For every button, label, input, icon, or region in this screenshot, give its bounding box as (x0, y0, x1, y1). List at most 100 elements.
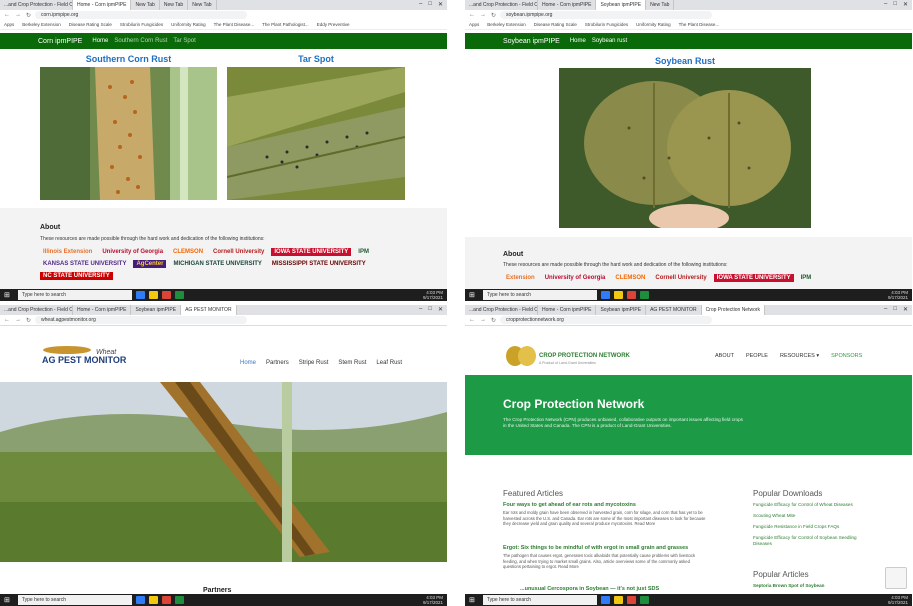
browser-tab[interactable]: Home - Corn ipmPIPE (538, 0, 597, 10)
bookmark[interactable]: Uniformity Rating (636, 22, 671, 27)
partner-logo[interactable]: IPM (355, 248, 372, 256)
browser-tab[interactable]: New Tab (160, 0, 189, 10)
soybean-rust-photo[interactable] (559, 68, 811, 228)
browser-tab[interactable]: New Tab (188, 0, 217, 10)
browser-tab[interactable]: ...and Crop Protection - Field Crops (0, 305, 73, 315)
bookmark[interactable]: Apps (4, 22, 14, 27)
partner-logo[interactable]: MISSISSIPPI STATE UNIVERSITY (269, 260, 369, 268)
nav-resources[interactable]: RESOURCES ▾ (780, 353, 819, 359)
maximize-icon[interactable]: □ (893, 306, 897, 314)
browser-tab-active[interactable]: AG PEST MONITOR (181, 305, 237, 315)
site-logo[interactable]: CROP PROTECTION NETWORK (539, 353, 630, 359)
southern-corn-rust-photo[interactable] (40, 67, 217, 200)
excel-icon[interactable] (174, 291, 184, 299)
reload-icon[interactable]: ↻ (491, 12, 496, 19)
browser-tab[interactable]: Home - Corn ipmPIPE (73, 305, 132, 315)
back-icon[interactable]: ← (4, 317, 10, 324)
download-link[interactable]: Scouting Wheat Mite (753, 513, 873, 519)
section-heading[interactable]: Southern Corn Rust (40, 54, 217, 64)
partner-logo[interactable]: Cornell University (210, 248, 267, 256)
maximize-icon[interactable]: □ (428, 1, 432, 9)
partner-logo[interactable]: KANSAS STATE UNIVERSITY (40, 260, 129, 268)
bookmark[interactable]: Berkeley Extension (22, 22, 61, 27)
browser-tab[interactable]: AG PEST MONITOR (646, 305, 702, 315)
edge-icon[interactable] (600, 596, 610, 604)
url-field[interactable]: soybean.ipmpipe.org (500, 11, 713, 19)
chrome-icon[interactable] (161, 596, 171, 604)
back-icon[interactable]: ← (469, 12, 475, 19)
browser-tab[interactable]: Home - Corn ipmPIPE (538, 305, 597, 315)
edge-icon[interactable] (135, 596, 145, 604)
taskbar-clock[interactable]: 4:03 PM 9/17/2021 (423, 290, 447, 300)
minimize-icon[interactable]: – (419, 306, 422, 314)
browser-tab[interactable]: New Tab (646, 0, 675, 10)
url-field[interactable]: corn.ipmpipe.org (35, 11, 248, 19)
nav-about[interactable]: ABOUT (715, 353, 734, 359)
folder-icon[interactable] (613, 291, 623, 299)
browser-tab-active[interactable]: Home - Corn ipmPIPE (73, 0, 132, 10)
forward-icon[interactable]: → (15, 317, 21, 324)
nav-tar-spot[interactable]: Tar Spot (173, 38, 195, 44)
tar-spot-photo[interactable] (227, 67, 405, 200)
taskbar-search[interactable]: Type here to search (17, 290, 132, 300)
chrome-icon[interactable] (161, 291, 171, 299)
partner-logo[interactable]: CLEMSON (170, 248, 206, 256)
download-link[interactable]: Fungicide Resistance in Field Crops FAQs (753, 524, 873, 530)
partner-logo[interactable]: IOWA STATE UNIVERSITY (713, 274, 794, 282)
partner-logo[interactable]: University of Georgia (99, 248, 166, 256)
nav-people[interactable]: PEOPLE (746, 353, 768, 359)
taskbar-clock[interactable]: 4:03 PM 9/17/2021 (888, 290, 912, 300)
nav-partners[interactable]: Partners (266, 360, 289, 366)
recaptcha-badge[interactable] (885, 567, 907, 589)
browser-tab[interactable]: ...and Crop Protection - Field Crops (465, 305, 538, 315)
site-title[interactable]: Soybean ipmPIPE (503, 38, 560, 45)
browser-tab[interactable]: ...and Crop Protection - Field Crops (0, 0, 73, 10)
close-icon[interactable]: ✕ (438, 306, 443, 314)
excel-icon[interactable] (639, 596, 649, 604)
bookmark[interactable]: The Plant Pathologist... (262, 22, 309, 27)
bookmark[interactable]: Strobilurin Fungicides (120, 22, 163, 27)
cpn-logo-icon[interactable] (505, 345, 537, 367)
reload-icon[interactable]: ↻ (26, 317, 31, 324)
browser-tab[interactable]: Soybean ipmPIPE (131, 305, 182, 315)
article-title[interactable]: Four ways to get ahead of ear rots and m… (503, 502, 636, 508)
url-field[interactable]: wheat.agpestmonitor.org (35, 316, 248, 324)
browser-tab[interactable]: Soybean ipmPIPE (596, 305, 647, 315)
nav-leaf-rust[interactable]: Leaf Rust (376, 360, 402, 366)
bookmark[interactable]: Disease Rating Scale (534, 22, 577, 27)
forward-icon[interactable]: → (480, 12, 486, 19)
folder-icon[interactable] (148, 596, 158, 604)
edge-icon[interactable] (135, 291, 145, 299)
minimize-icon[interactable]: – (884, 1, 887, 9)
windows-start-icon[interactable]: ⊞ (0, 291, 14, 299)
minimize-icon[interactable]: – (419, 1, 422, 9)
partner-logo[interactable]: Extension (503, 274, 538, 282)
browser-tab[interactable]: New Tab (131, 0, 160, 10)
browser-tab[interactable]: ...and Crop Protection - Field Crops (465, 0, 538, 10)
forward-icon[interactable]: → (15, 12, 21, 19)
nav-southern-corn-rust[interactable]: Southern Corn Rust (114, 38, 167, 44)
nav-home[interactable]: Home (570, 38, 586, 44)
download-link[interactable]: Fungicide Efficacy for Control of Wheat … (753, 502, 873, 508)
reload-icon[interactable]: ↻ (491, 317, 496, 324)
back-icon[interactable]: ← (469, 317, 475, 324)
partner-logo[interactable]: AgCenter (133, 260, 167, 268)
bookmark[interactable]: The Plant Disease... (214, 22, 255, 27)
taskbar-search[interactable]: Type here to search (482, 290, 597, 300)
nav-home[interactable]: Home (92, 38, 108, 44)
partner-logo[interactable]: IPM (798, 274, 815, 282)
section-heading[interactable]: Tar Spot (227, 54, 405, 64)
close-icon[interactable]: ✕ (903, 1, 908, 9)
nav-home[interactable]: Home (240, 360, 256, 366)
partner-logo[interactable]: Illinois Extension (40, 248, 95, 256)
maximize-icon[interactable]: □ (428, 306, 432, 314)
taskbar-clock[interactable]: 4:03 PM 9/17/2021 (423, 595, 447, 605)
section-heading[interactable]: Soybean Rust (559, 56, 811, 66)
bookmark[interactable]: Uniformity Rating (171, 22, 206, 27)
edge-icon[interactable] (600, 291, 610, 299)
popular-article-link[interactable]: Septoria Brown Spot of Soybean (753, 583, 873, 589)
bookmark[interactable]: Berkeley Extension (487, 22, 526, 27)
minimize-icon[interactable]: – (884, 306, 887, 314)
bookmark[interactable]: Strobilurin Fungicides (585, 22, 628, 27)
bookmark[interactable]: Apps (469, 22, 479, 27)
